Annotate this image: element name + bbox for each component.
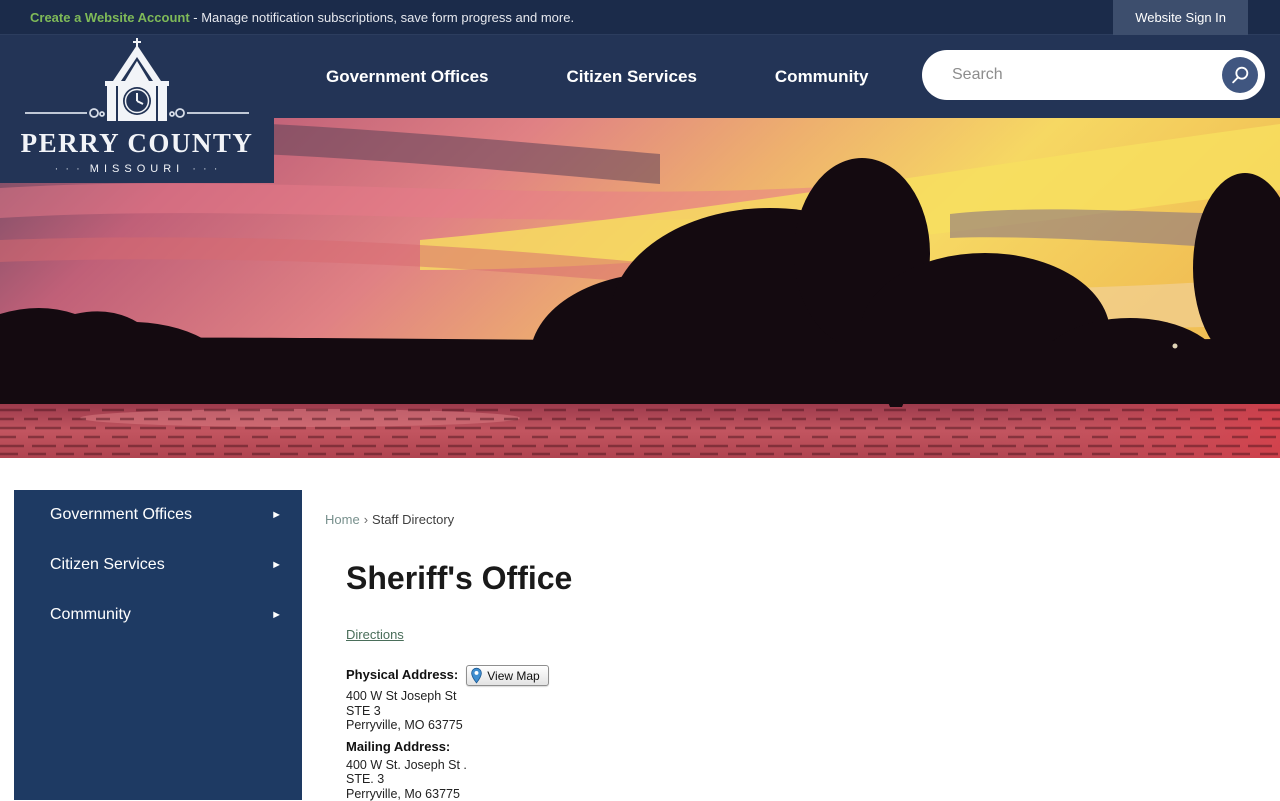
view-map-label: View Map: [487, 669, 539, 683]
site-logo[interactable]: PERRY COUNTY · · · MISSOURI · · ·: [0, 35, 274, 183]
sidebar-menu: Government Offices ► Citizen Services ► …: [14, 490, 302, 800]
breadcrumb-current: Staff Directory: [372, 512, 454, 527]
mailing-address-label: Mailing Address:: [346, 740, 450, 755]
address-line: Perryville, Mo 63775: [346, 787, 676, 801]
mailing-address-block: Mailing Address: 400 W St. Joseph St . S…: [346, 740, 676, 801]
create-account-link[interactable]: Create a Website Account: [30, 10, 190, 25]
physical-address-label: Physical Address:: [346, 668, 458, 683]
logo-dots-left: · · ·: [55, 163, 82, 175]
map-pin-icon: [470, 667, 483, 684]
logo-dots-right: · · ·: [192, 163, 219, 175]
address-line: Perryville, MO 63775: [346, 718, 676, 733]
account-promo: Create a Website Account - Manage notifi…: [0, 10, 574, 25]
directions-link[interactable]: Directions: [346, 627, 404, 642]
address-line: STE. 3: [346, 772, 676, 787]
search-bar: [922, 50, 1265, 100]
account-promo-text: - Manage notification subscriptions, sav…: [190, 10, 574, 25]
nav-government-offices[interactable]: Government Offices: [326, 67, 489, 87]
physical-address-block: Physical Address: View Map 400 W St Jose…: [346, 665, 676, 733]
view-map-button[interactable]: View Map: [466, 665, 548, 686]
logo-subtitle: · · · MISSOURI · · ·: [0, 163, 274, 175]
breadcrumb-separator: ›: [360, 512, 372, 527]
address-line: STE 3: [346, 704, 676, 719]
courthouse-tower-icon: [0, 35, 274, 128]
page-title: Sheriff's Office: [346, 560, 572, 597]
sidebar-item-citizen-services[interactable]: Citizen Services ►: [14, 540, 302, 590]
logo-state: MISSOURI: [90, 163, 184, 175]
address-line: 400 W St Joseph St: [346, 689, 676, 704]
search-icon: [1229, 64, 1251, 86]
top-utility-bar: Create a Website Account - Manage notifi…: [0, 0, 1280, 35]
logo-title: PERRY COUNTY: [0, 130, 274, 157]
search-button[interactable]: [1222, 57, 1258, 93]
main-nav: Government Offices Citizen Services Comm…: [326, 35, 868, 118]
website-signin-button[interactable]: Website Sign In: [1113, 0, 1248, 35]
chevron-right-icon: ►: [271, 559, 282, 571]
nav-community[interactable]: Community: [775, 67, 869, 87]
sidebar-item-label: Citizen Services: [50, 556, 165, 574]
sidebar-item-government-offices[interactable]: Government Offices ►: [14, 490, 302, 540]
breadcrumb: Home›Staff Directory: [325, 512, 454, 527]
chevron-right-icon: ►: [271, 509, 282, 521]
address-line: 400 W St. Joseph St .: [346, 758, 676, 773]
chevron-right-icon: ►: [271, 609, 282, 621]
nav-citizen-services[interactable]: Citizen Services: [567, 67, 697, 87]
search-input[interactable]: [952, 66, 1202, 84]
sidebar-item-label: Community: [50, 606, 131, 624]
breadcrumb-home-link[interactable]: Home: [325, 512, 360, 527]
sidebar-item-label: Government Offices: [50, 506, 192, 524]
sidebar-item-community[interactable]: Community ►: [14, 590, 302, 640]
